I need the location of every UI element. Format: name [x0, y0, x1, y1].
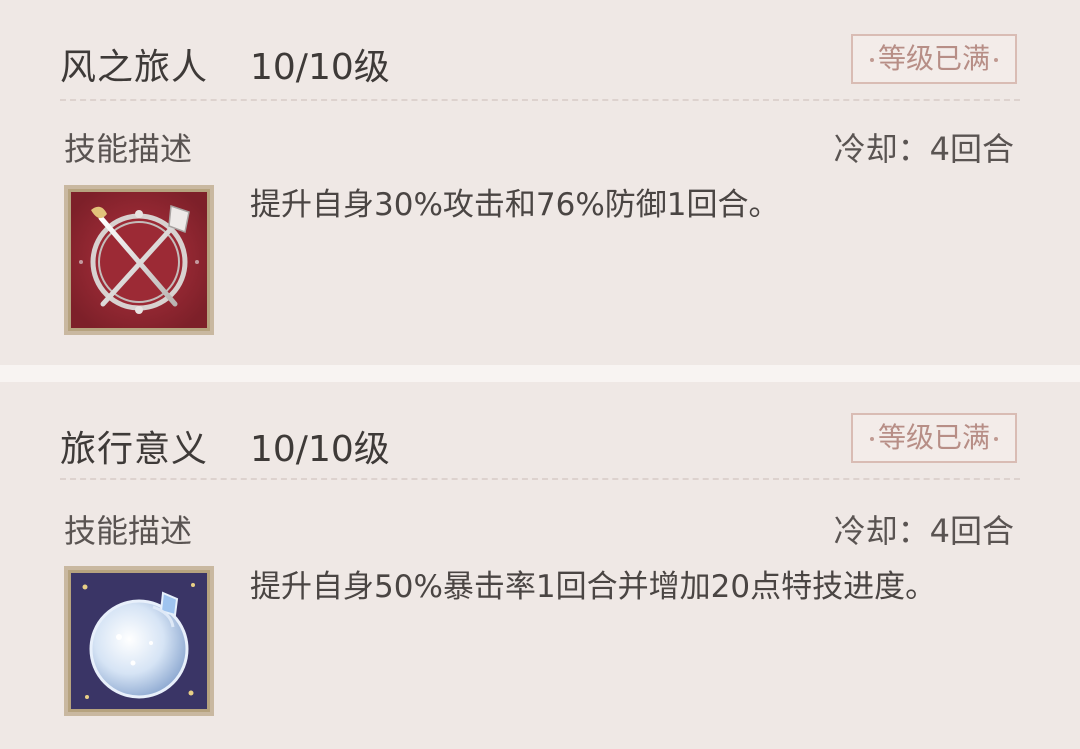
- skill-card: 旅行意义 10/10级 等级已满 技能描述 冷却：4回合 提升自身50%暴击率1…: [0, 382, 1080, 749]
- level-max-badge: 等级已满: [851, 34, 1017, 84]
- description-title: 技能描述: [64, 512, 193, 550]
- skill-icon-frame[interactable]: [64, 185, 214, 335]
- cooldown-text: 冷却：4回合: [833, 130, 1014, 168]
- skill-description: 提升自身30%攻击和76%防御1回合。: [250, 187, 780, 223]
- divider: [60, 478, 1020, 480]
- description-title: 技能描述: [64, 130, 193, 168]
- divider: [60, 99, 1020, 101]
- badge-dot-icon: [869, 437, 874, 441]
- badge-dot-icon: [869, 58, 874, 62]
- skill-level: 10/10级: [250, 47, 390, 88]
- crystal-orb-icon: [71, 573, 207, 709]
- card-separator: [0, 365, 1080, 382]
- cooldown-text: 冷却：4回合: [833, 512, 1014, 550]
- badge-label: 等级已满: [877, 421, 990, 454]
- badge-dot-icon: [994, 437, 998, 441]
- skill-card: 风之旅人 10/10级 等级已满 技能描述 冷却：4回合 提升自身30%攻击和7…: [0, 0, 1080, 365]
- level-max-badge: 等级已满: [851, 413, 1017, 463]
- skill-description: 提升自身50%暴击率1回合并增加20点特技进度。: [250, 569, 937, 605]
- badge-dot-icon: [994, 58, 998, 62]
- skill-name: 风之旅人: [60, 47, 209, 88]
- skill-level: 10/10级: [250, 429, 390, 470]
- skill-name: 旅行意义: [60, 429, 209, 470]
- badge-label: 等级已满: [877, 42, 990, 75]
- crossed-sword-axe-icon: [71, 192, 207, 328]
- skill-icon-frame[interactable]: [64, 566, 214, 716]
